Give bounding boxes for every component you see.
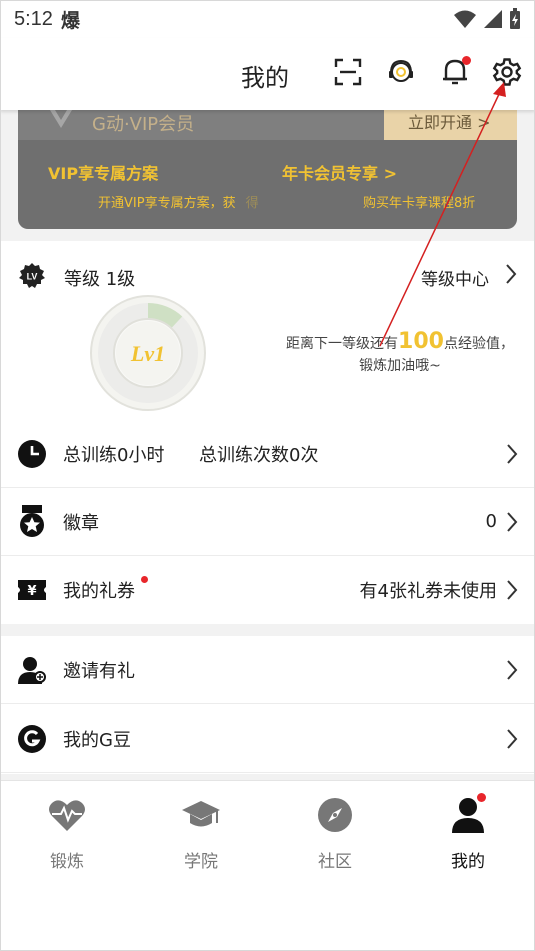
page-title: 我的 — [241, 64, 289, 92]
scan-button[interactable] — [330, 54, 366, 90]
invite-row[interactable]: 邀请有礼 — [0, 636, 535, 704]
gbean-icon-wrap — [17, 724, 47, 754]
gear-icon — [492, 58, 522, 86]
compass-icon — [318, 798, 352, 832]
notification-dot — [462, 56, 471, 65]
invite-icon-wrap — [17, 655, 47, 685]
gbean-row[interactable]: 我的G豆 — [0, 705, 535, 773]
section-divider — [0, 624, 535, 636]
coupon-icon: ¥ — [18, 580, 46, 600]
medal-icon-wrap — [17, 504, 47, 537]
chevron-right-icon — [507, 659, 518, 680]
vip-card[interactable]: G动·VIP会员 立即开通 > VIP享专属方案 开通VIP享专属方案，获得 年… — [18, 110, 517, 229]
coupons-label: 我的礼券 — [63, 581, 135, 602]
level-badge-text: Lv1 — [130, 341, 165, 366]
training-hours: 总训练0小时 — [63, 444, 165, 466]
level-badge: Lv1 — [90, 295, 206, 411]
vip-title: G动·VIP会员 — [92, 114, 195, 135]
level-hint: 距离下一等级还有100点经验值，锻炼加油哦~ — [280, 331, 520, 377]
vip-plan-subtitle: 开通VIP享专属方案，获得 — [98, 192, 259, 211]
badges-row[interactable]: 徽章 0 — [0, 488, 535, 556]
vip-logo-icon — [50, 110, 72, 128]
wifi-icon — [454, 10, 476, 28]
app-header: 我的 — [0, 38, 535, 110]
badges-count: 0 — [485, 511, 497, 532]
coupons-new-dot — [141, 576, 148, 583]
status-bar: 5:12 爆 — [0, 0, 535, 38]
level-center-link[interactable]: 等级中心 — [421, 265, 489, 290]
coupons-value: 有4张礼券未使用 — [359, 581, 497, 602]
headset-icon — [389, 59, 413, 82]
chevron-right-icon — [507, 580, 518, 600]
nav-tab-exercise[interactable]: 锻炼 — [0, 795, 134, 872]
coupon-icon-wrap: ¥ — [17, 575, 47, 605]
vip-plan-title[interactable]: VIP享专属方案 — [48, 160, 158, 184]
nav-label: 锻炼 — [50, 852, 84, 872]
carrier-icon: 爆 — [60, 9, 80, 32]
nav-mine-dot — [477, 793, 486, 802]
training-row[interactable]: 总训练0小时 总训练次数0次 — [0, 420, 535, 488]
training-count: 总训练次数0次 — [199, 444, 319, 466]
vip-plan-subtitle-faded: 得 — [245, 196, 259, 211]
vip-section: G动·VIP会员 立即开通 > VIP享专属方案 开通VIP享专属方案，获得 年… — [0, 110, 535, 241]
signal-icon — [484, 10, 502, 28]
nav-tab-mine[interactable]: 我的 — [401, 793, 535, 872]
coupon-icon-glyph: ¥ — [27, 584, 36, 599]
customer-service-button[interactable] — [383, 54, 419, 90]
scan-icon — [334, 58, 362, 86]
heart-pulse-icon — [49, 800, 85, 831]
user-icon — [452, 798, 484, 833]
vip-open-button[interactable]: 立即开通 > — [384, 110, 517, 140]
vip-plan-subtitle-text: 开通VIP享专属方案，获 — [98, 196, 236, 211]
badges-label: 徽章 — [63, 512, 99, 534]
level-hint-before: 距离下一等级还有 — [286, 336, 399, 352]
gbean-label: 我的G豆 — [63, 729, 131, 751]
nav-label: 我的 — [451, 852, 485, 872]
gbean-icon — [18, 724, 46, 753]
status-time: 5:12 — [14, 7, 53, 30]
chevron-right-icon — [507, 728, 518, 749]
annual-plan-title[interactable]: 年卡会员专享 > — [282, 160, 397, 184]
chevron-right-icon — [507, 443, 518, 464]
battery-icon — [510, 8, 520, 29]
annual-plan-subtitle: 购买年卡享课程8折 — [363, 196, 476, 211]
bottom-nav: 锻炼 学院 社区 我的 — [0, 780, 535, 951]
invite-label: 邀请有礼 — [63, 660, 135, 682]
nav-tab-academy[interactable]: 学院 — [134, 795, 268, 872]
nav-label: 学院 — [184, 852, 218, 872]
medal-icon — [20, 504, 44, 537]
chevron-right-icon — [507, 511, 518, 532]
nav-tab-community[interactable]: 社区 — [268, 795, 402, 872]
notifications-button[interactable] — [437, 54, 473, 90]
level-label: 等级 1级 — [64, 269, 136, 290]
level-icon: LV — [19, 263, 45, 288]
graduation-cap-icon — [182, 801, 220, 827]
settings-button[interactable] — [489, 54, 525, 90]
coupons-row[interactable]: ¥ 我的礼券 有4张礼券未使用 — [0, 556, 535, 624]
nav-label: 社区 — [318, 852, 352, 872]
level-hint-number: 100 — [398, 329, 444, 354]
svg-text:LV: LV — [27, 272, 38, 282]
clock-icon-wrap — [17, 439, 47, 469]
level-section: LV 等级 1级 等级中心 Lv1 距离下一等级还有100点经验值，锻炼加油哦~ — [0, 241, 535, 420]
invite-user-icon — [18, 656, 46, 684]
chevron-right-icon[interactable] — [505, 263, 517, 285]
clock-icon — [18, 439, 46, 468]
